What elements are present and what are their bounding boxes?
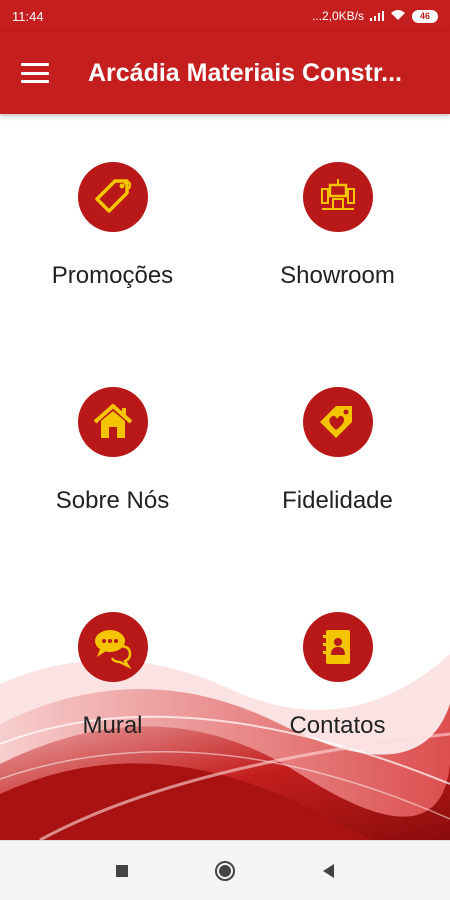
price-tag-icon: [77, 162, 148, 232]
tile-label: Showroom: [280, 262, 395, 289]
square-icon: [115, 864, 128, 877]
address-book-icon: [302, 612, 373, 682]
tile-label: Contatos: [289, 712, 386, 739]
tile-label: Sobre Nós: [55, 487, 170, 514]
status-time: 11:44: [12, 8, 44, 24]
tile-promocoes[interactable]: Promoções: [0, 114, 225, 294]
network-speed: ...2,0KB/s: [311, 9, 364, 23]
recent-apps-button[interactable]: [92, 841, 152, 900]
tile-mural[interactable]: Mural: [0, 564, 225, 744]
app-bar: Arcádia Materiais Constr...: [0, 32, 450, 114]
showroom-display-icon: [302, 162, 373, 232]
menu-button[interactable]: [0, 32, 70, 114]
back-triangle-icon: [322, 863, 334, 878]
tile-contatos[interactable]: Contatos: [225, 564, 450, 744]
tile-showroom[interactable]: Showroom: [225, 114, 450, 294]
back-button[interactable]: [298, 841, 358, 900]
tile-sobre-nos[interactable]: Sobre Nós: [0, 339, 225, 519]
tile-label: Fidelidade: [282, 487, 393, 514]
hamburger-menu-icon: [21, 63, 49, 83]
tile-fidelidade[interactable]: Fidelidade: [225, 339, 450, 519]
battery-icon: 46: [412, 9, 438, 23]
circle-icon: [214, 860, 235, 881]
menu-grid: Promoções Showroom Sobre Nós Fidelidade …: [0, 114, 450, 840]
heart-tag-icon: [302, 387, 373, 457]
wifi-icon: [390, 9, 406, 24]
status-bar: 11:44 ...2,0KB/s 46: [0, 0, 450, 32]
app-title: Arcádia Materiais Constr...: [88, 58, 403, 87]
house-icon: [77, 387, 148, 457]
status-indicators: ...2,0KB/s 46: [312, 9, 438, 24]
system-nav-bar: [0, 840, 450, 900]
chat-bubbles-icon: [77, 612, 148, 682]
main-content: Promoções Showroom Sobre Nós Fidelidade …: [0, 114, 450, 840]
tile-label: Promoções: [51, 262, 174, 289]
home-button[interactable]: [195, 841, 255, 900]
tile-label: Mural: [82, 712, 143, 739]
signal-icon: [370, 11, 384, 21]
